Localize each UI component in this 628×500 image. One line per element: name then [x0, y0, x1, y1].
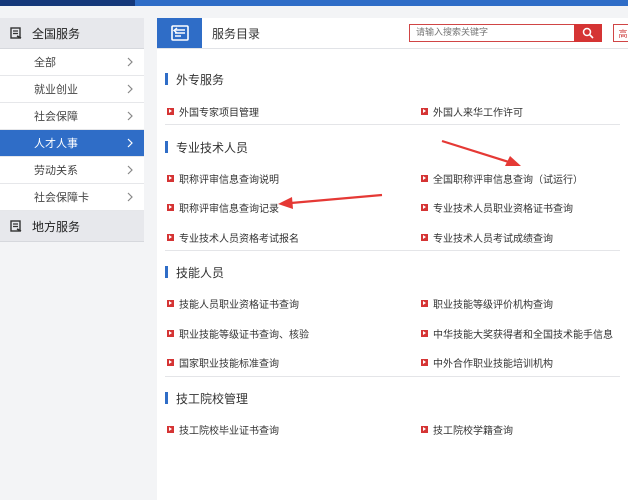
bullet-arrow-icon [421, 300, 428, 307]
link-foreign-work-permit[interactable]: 外国人来华工作许可 [421, 104, 523, 119]
link-tech-school-diploma[interactable]: 技工院校毕业证书查询 [167, 422, 279, 437]
bullet-arrow-icon [167, 330, 174, 337]
advanced-search-button[interactable]: 高 [613, 24, 628, 42]
link-skill-evaluation-agency[interactable]: 职业技能等级评价机构查询 [421, 296, 553, 311]
section-divider [165, 250, 620, 251]
link-skill-level-cert-verify[interactable]: 职业技能等级证书查询、核验 [167, 326, 309, 341]
bullet-arrow-icon [421, 426, 428, 433]
bullet-arrow-icon [167, 300, 174, 307]
link-foreign-expert-projects[interactable]: 外国专家项目管理 [167, 104, 259, 119]
sidebar-item-label: 人才人事 [34, 137, 78, 150]
link-title-review-info[interactable]: 职称评审信息查询说明 [167, 171, 279, 186]
bullet-arrow-icon [421, 204, 428, 211]
bullet-arrow-icon [421, 234, 428, 241]
sidebar-item-label: 劳动关系 [34, 164, 78, 177]
chevron-right-icon [124, 83, 136, 95]
section-divider [165, 376, 620, 377]
service-group-icon [10, 27, 22, 39]
bullet-arrow-icon [421, 175, 428, 182]
section-title: 专业技术人员 [165, 139, 620, 155]
bullet-arrow-icon [421, 330, 428, 337]
bullet-arrow-icon [421, 108, 428, 115]
service-group-icon [10, 220, 22, 232]
sidebar-item-labor-relations[interactable]: 劳动关系 [0, 157, 144, 184]
link-professional-exam-scores[interactable]: 专业技术人员考试成绩查询 [421, 230, 553, 245]
sidebar-group-national[interactable]: 全国服务 [0, 18, 144, 49]
search-box [409, 24, 602, 42]
section-foreign-expert: 外专服务 [165, 71, 620, 87]
chevron-right-icon [124, 164, 136, 176]
search-input[interactable] [409, 24, 574, 42]
panel-header: 服务目录 高 [157, 18, 628, 49]
link-professional-exam-registration[interactable]: 专业技术人员资格考试报名 [167, 230, 299, 245]
link-tech-school-enrollment[interactable]: 技工院校学籍查询 [421, 422, 513, 437]
search-icon [582, 27, 594, 39]
catalog-icon [157, 18, 202, 48]
sidebar-group-local[interactable]: 地方服务 [0, 211, 144, 242]
section-title: 技能人员 [165, 264, 620, 280]
link-national-title-review[interactable]: 全国职称评审信息查询（试运行） [421, 171, 583, 186]
section-technical-schools: 技工院校管理 [165, 390, 620, 406]
top-accent-bar-dark [0, 0, 135, 6]
sidebar-item-label: 全部 [34, 56, 56, 69]
section-title: 外专服务 [165, 71, 620, 87]
sidebar: 全国服务 全部 就业创业 社会保障 人才人事 劳动关系 社会保障卡 地方服务 [0, 18, 144, 242]
bullet-arrow-icon [167, 108, 174, 115]
bullet-arrow-icon [167, 426, 174, 433]
sidebar-item-employment[interactable]: 就业创业 [0, 76, 144, 103]
sidebar-item-label: 社会保障 [34, 110, 78, 123]
chevron-right-icon [124, 110, 136, 122]
link-china-skills-award[interactable]: 中华技能大奖获得者和全国技术能手信息 [421, 326, 613, 341]
main-panel: 服务目录 高 外专服务 外国专家项目管理 外国人来华工作许可 专业技术人员 职称… [157, 18, 628, 500]
link-title-review-records[interactable]: 职称评审信息查询记录 [167, 200, 279, 215]
section-professional-tech: 专业技术人员 [165, 139, 620, 155]
section-title: 技工院校管理 [165, 390, 620, 406]
bullet-arrow-icon [167, 234, 174, 241]
section-skilled-workers: 技能人员 [165, 264, 620, 280]
sidebar-item-label: 社会保障卡 [34, 191, 89, 204]
bullet-arrow-icon [167, 204, 174, 211]
panel-title: 服务目录 [212, 26, 261, 41]
sidebar-item-label: 就业创业 [34, 83, 78, 96]
chevron-right-icon [124, 137, 136, 149]
bullet-arrow-icon [421, 359, 428, 366]
link-sino-foreign-training[interactable]: 中外合作职业技能培训机构 [421, 355, 553, 370]
sidebar-item-all[interactable]: 全部 [0, 49, 144, 76]
bullet-arrow-icon [167, 359, 174, 366]
sidebar-item-social-security-card[interactable]: 社会保障卡 [0, 184, 144, 211]
sidebar-item-social-security[interactable]: 社会保障 [0, 103, 144, 130]
bullet-arrow-icon [167, 175, 174, 182]
link-professional-cert-query[interactable]: 专业技术人员职业资格证书查询 [421, 200, 573, 215]
sidebar-group-label: 地方服务 [32, 219, 81, 234]
search-button[interactable] [574, 24, 602, 42]
section-divider [165, 124, 620, 125]
chevron-right-icon [124, 191, 136, 203]
link-national-skill-standards[interactable]: 国家职业技能标准查询 [167, 355, 279, 370]
sidebar-group-label: 全国服务 [32, 26, 81, 41]
link-skill-cert-query[interactable]: 技能人员职业资格证书查询 [167, 296, 299, 311]
sidebar-item-talent-personnel[interactable]: 人才人事 [0, 130, 144, 157]
chevron-right-icon [124, 56, 136, 68]
